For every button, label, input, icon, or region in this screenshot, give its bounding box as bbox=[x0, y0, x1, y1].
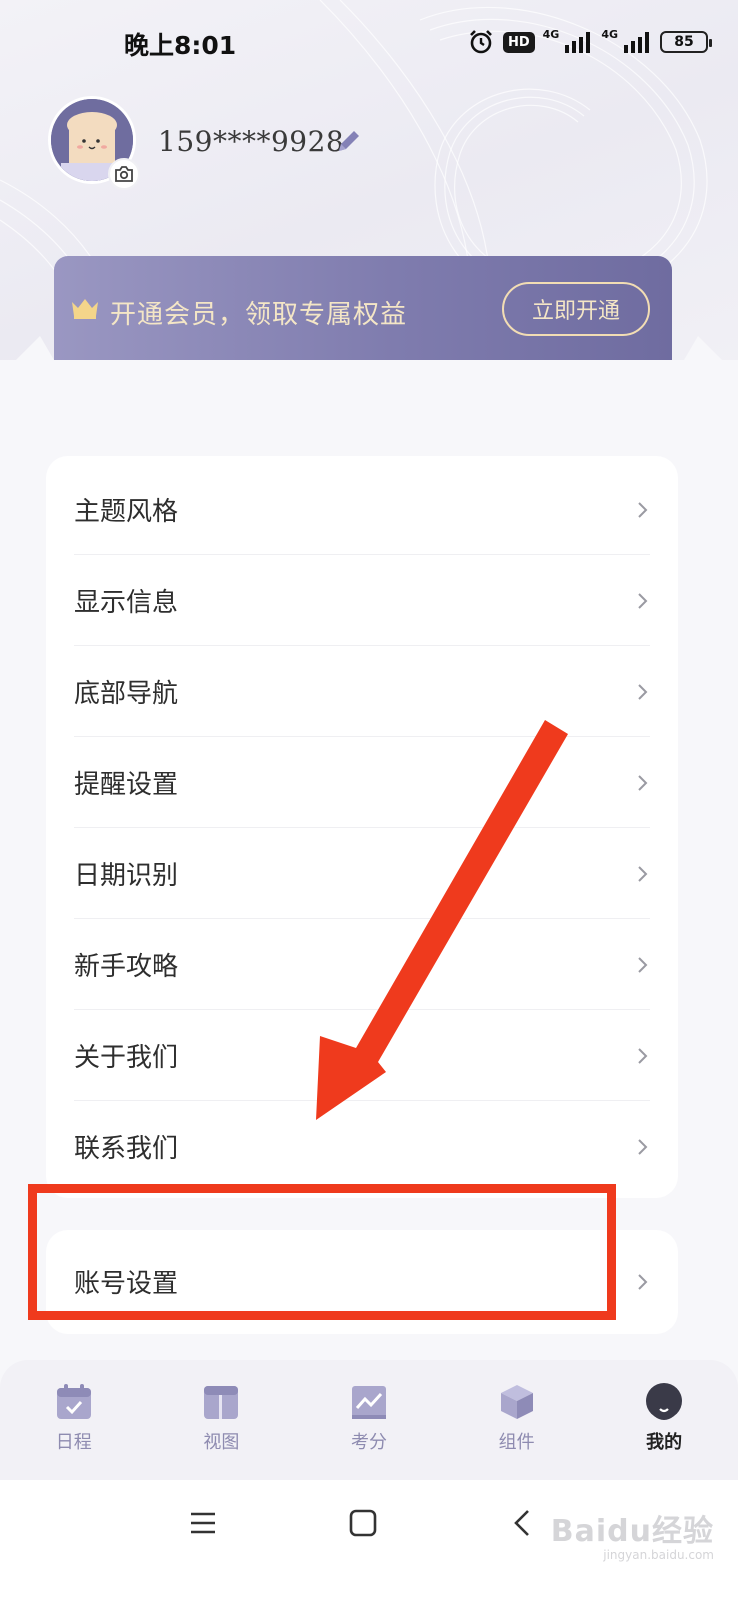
menu-item-label: 显示信息 bbox=[74, 588, 179, 618]
menu-item-label: 底部导航 bbox=[74, 679, 179, 709]
home-icon[interactable] bbox=[348, 1508, 378, 1538]
menu-item-display[interactable]: 显示信息 bbox=[74, 555, 650, 646]
calendar-icon bbox=[56, 1384, 91, 1419]
menu-item-guide[interactable]: 新手攻略 bbox=[74, 919, 650, 1010]
chevron-right-icon bbox=[638, 592, 648, 609]
chevron-right-icon bbox=[638, 956, 648, 973]
profile-icon bbox=[646, 1383, 683, 1420]
signal-icon bbox=[563, 31, 593, 53]
vip-text: 开通会员，领取专属权益 bbox=[110, 300, 408, 330]
account-settings-card: 账号设置 bbox=[46, 1230, 678, 1334]
menu-item-contact[interactable]: 联系我们 bbox=[74, 1101, 650, 1192]
hd-badge: HD bbox=[502, 31, 535, 53]
sheet-left-fold bbox=[0, 336, 54, 376]
phone-number: 159****9928 bbox=[158, 125, 345, 158]
menu-item-label: 关于我们 bbox=[74, 1043, 179, 1073]
menu-item-bottom-nav[interactable]: 底部导航 bbox=[74, 646, 650, 737]
edit-icon[interactable] bbox=[334, 126, 364, 160]
watermark-main: Baidu经验 bbox=[550, 1514, 714, 1549]
network-label-1: 4G bbox=[542, 28, 560, 41]
chevron-right-icon bbox=[638, 683, 648, 700]
menu-item-label: 日期识别 bbox=[74, 861, 179, 891]
menu-item-reminder[interactable]: 提醒设置 bbox=[74, 737, 650, 828]
chevron-right-icon bbox=[638, 865, 648, 882]
battery-icon: 85 bbox=[660, 31, 712, 53]
tab-label: 组件 bbox=[498, 1432, 535, 1453]
chevron-right-icon bbox=[638, 1138, 648, 1155]
status-icons: HD 4G 4G 85 bbox=[467, 26, 712, 58]
tab-label: 视图 bbox=[203, 1432, 240, 1453]
menu-item-label: 联系我们 bbox=[74, 1134, 179, 1164]
tab-schedule[interactable]: 日程 bbox=[0, 1360, 148, 1480]
cube-icon bbox=[500, 1385, 533, 1419]
vip-banner[interactable]: 开通会员，领取专属权益 立即开通 bbox=[54, 256, 672, 360]
menu-item-label: 新手攻略 bbox=[74, 952, 179, 982]
tab-view[interactable]: 视图 bbox=[148, 1360, 296, 1480]
camera-button[interactable] bbox=[108, 158, 140, 190]
menu-item-account-settings[interactable]: 账号设置 bbox=[74, 1236, 650, 1327]
signal-icon bbox=[622, 31, 652, 53]
chevron-right-icon bbox=[638, 501, 648, 518]
back-icon[interactable] bbox=[508, 1508, 538, 1538]
menu-item-label: 提醒设置 bbox=[74, 770, 179, 800]
watermark-sub: jingyan.baidu.com bbox=[603, 1548, 714, 1562]
chevron-right-icon bbox=[638, 1273, 648, 1290]
menu-item-date-recognition[interactable]: 日期识别 bbox=[74, 828, 650, 919]
sheet-right-fold bbox=[684, 336, 738, 376]
baidu-watermark: Baidu经验 jingyan.baidu.com bbox=[551, 1506, 714, 1562]
vip-open-button[interactable]: 立即开通 bbox=[502, 282, 650, 336]
crown-icon bbox=[70, 296, 100, 324]
menu-item-about[interactable]: 关于我们 bbox=[74, 1010, 650, 1101]
tab-score[interactable]: 考分 bbox=[295, 1360, 443, 1480]
settings-menu-card: 主题风格 显示信息 底部导航 提醒设置 日期识别 新手攻略 关于我们 联系我们 bbox=[46, 456, 678, 1198]
status-time: 晚上8:01 bbox=[124, 31, 237, 60]
tab-label: 我的 bbox=[646, 1432, 683, 1453]
chevron-right-icon bbox=[638, 774, 648, 791]
menu-item-theme[interactable]: 主题风格 bbox=[74, 464, 650, 555]
status-bar: 晚上8:01 HD 4G 4G 85 bbox=[0, 0, 738, 84]
menu-item-label: 主题风格 bbox=[74, 497, 179, 527]
menu-item-label: 账号设置 bbox=[74, 1269, 179, 1299]
trend-chart-icon bbox=[351, 1386, 386, 1419]
tab-mine[interactable]: 我的 bbox=[590, 1360, 738, 1480]
menu-icon[interactable] bbox=[188, 1508, 218, 1538]
tab-label: 考分 bbox=[350, 1432, 387, 1453]
camera-icon bbox=[115, 166, 133, 182]
tab-widgets[interactable]: 组件 bbox=[443, 1360, 591, 1480]
tab-label: 日程 bbox=[55, 1432, 92, 1453]
network-label-2: 4G bbox=[601, 28, 618, 41]
bottom-tab-bar: 日程 视图 考分 组件 我的 bbox=[0, 1360, 738, 1480]
system-navigation-bar: Baidu经验 jingyan.baidu.com bbox=[0, 1480, 738, 1600]
alarm-icon bbox=[467, 28, 495, 56]
layout-icon bbox=[204, 1386, 239, 1419]
chevron-right-icon bbox=[638, 1047, 648, 1064]
